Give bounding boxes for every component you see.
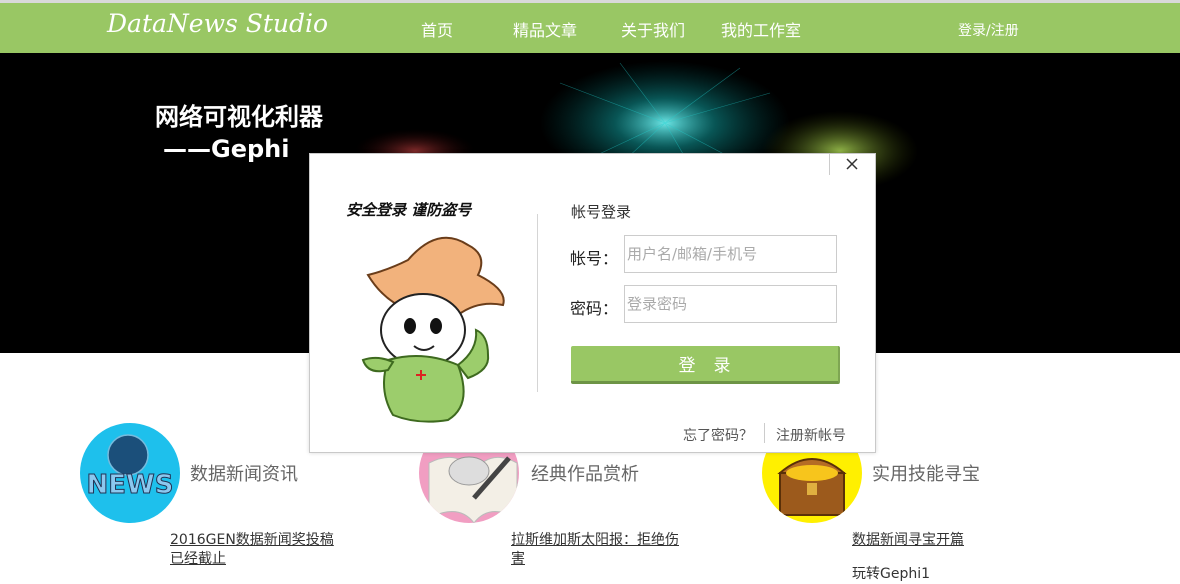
password-label: 密码： [570, 299, 619, 318]
footer-separator [764, 423, 765, 443]
banner-subtitle: ——Gephi [163, 135, 290, 163]
nav-articles[interactable]: 精品文章 [513, 17, 577, 41]
forgot-password-link[interactable]: 忘了密码？ [683, 425, 753, 445]
works-link-1[interactable]: 拉斯维加斯太阳报：拒绝伤 [511, 530, 679, 550]
mascot-image [361, 236, 505, 423]
news-link-1[interactable]: 2016GEN数据新闻奖投稿 [170, 530, 334, 550]
news-globe-icon[interactable]: NEWS [80, 423, 180, 523]
top-nav: DataNews Studio 首页 精品文章 关于我们 我的工作室 登录/注册 [0, 3, 1180, 53]
form-title: 帐号登录 [571, 203, 632, 221]
news-link-1-cont[interactable]: 已经截止 [170, 549, 226, 569]
security-slogan: 安全登录 谨防盗号 [346, 201, 472, 219]
skills-link-2[interactable]: 玩转Gephi1 [852, 564, 930, 584]
nav-about[interactable]: 关于我们 [621, 17, 685, 41]
close-icon [846, 158, 858, 170]
banner-title: 网络可视化利器 [155, 103, 323, 131]
login-register-link[interactable]: 登录/注册 [958, 20, 1019, 40]
works-link-1-cont[interactable]: 害 [511, 549, 525, 569]
nav-home[interactable]: 首页 [421, 17, 453, 41]
account-label: 帐号： [570, 249, 619, 268]
modal-divider [537, 214, 538, 392]
register-link[interactable]: 注册新帐号 [776, 425, 846, 445]
skills-link-1[interactable]: 数据新闻寻宝开篇 [852, 530, 964, 550]
feature-title-skills[interactable]: 实用技能寻宝 [872, 460, 980, 486]
login-modal: 安全登录 谨防盗号 帐号登录 帐号： 密码： 登录 忘了密码？ 注册新帐号 [309, 153, 876, 453]
login-button[interactable]: 登录 [571, 346, 840, 384]
account-input[interactable] [624, 235, 837, 273]
password-input[interactable] [624, 285, 837, 323]
site-logo[interactable]: DataNews Studio [107, 9, 328, 38]
svg-text:NEWS: NEWS [87, 470, 174, 500]
close-button[interactable] [829, 154, 875, 175]
feature-title-news[interactable]: 数据新闻资讯 [190, 460, 298, 486]
nav-studio[interactable]: 我的工作室 [721, 17, 801, 41]
feature-title-works[interactable]: 经典作品赏析 [531, 460, 639, 486]
